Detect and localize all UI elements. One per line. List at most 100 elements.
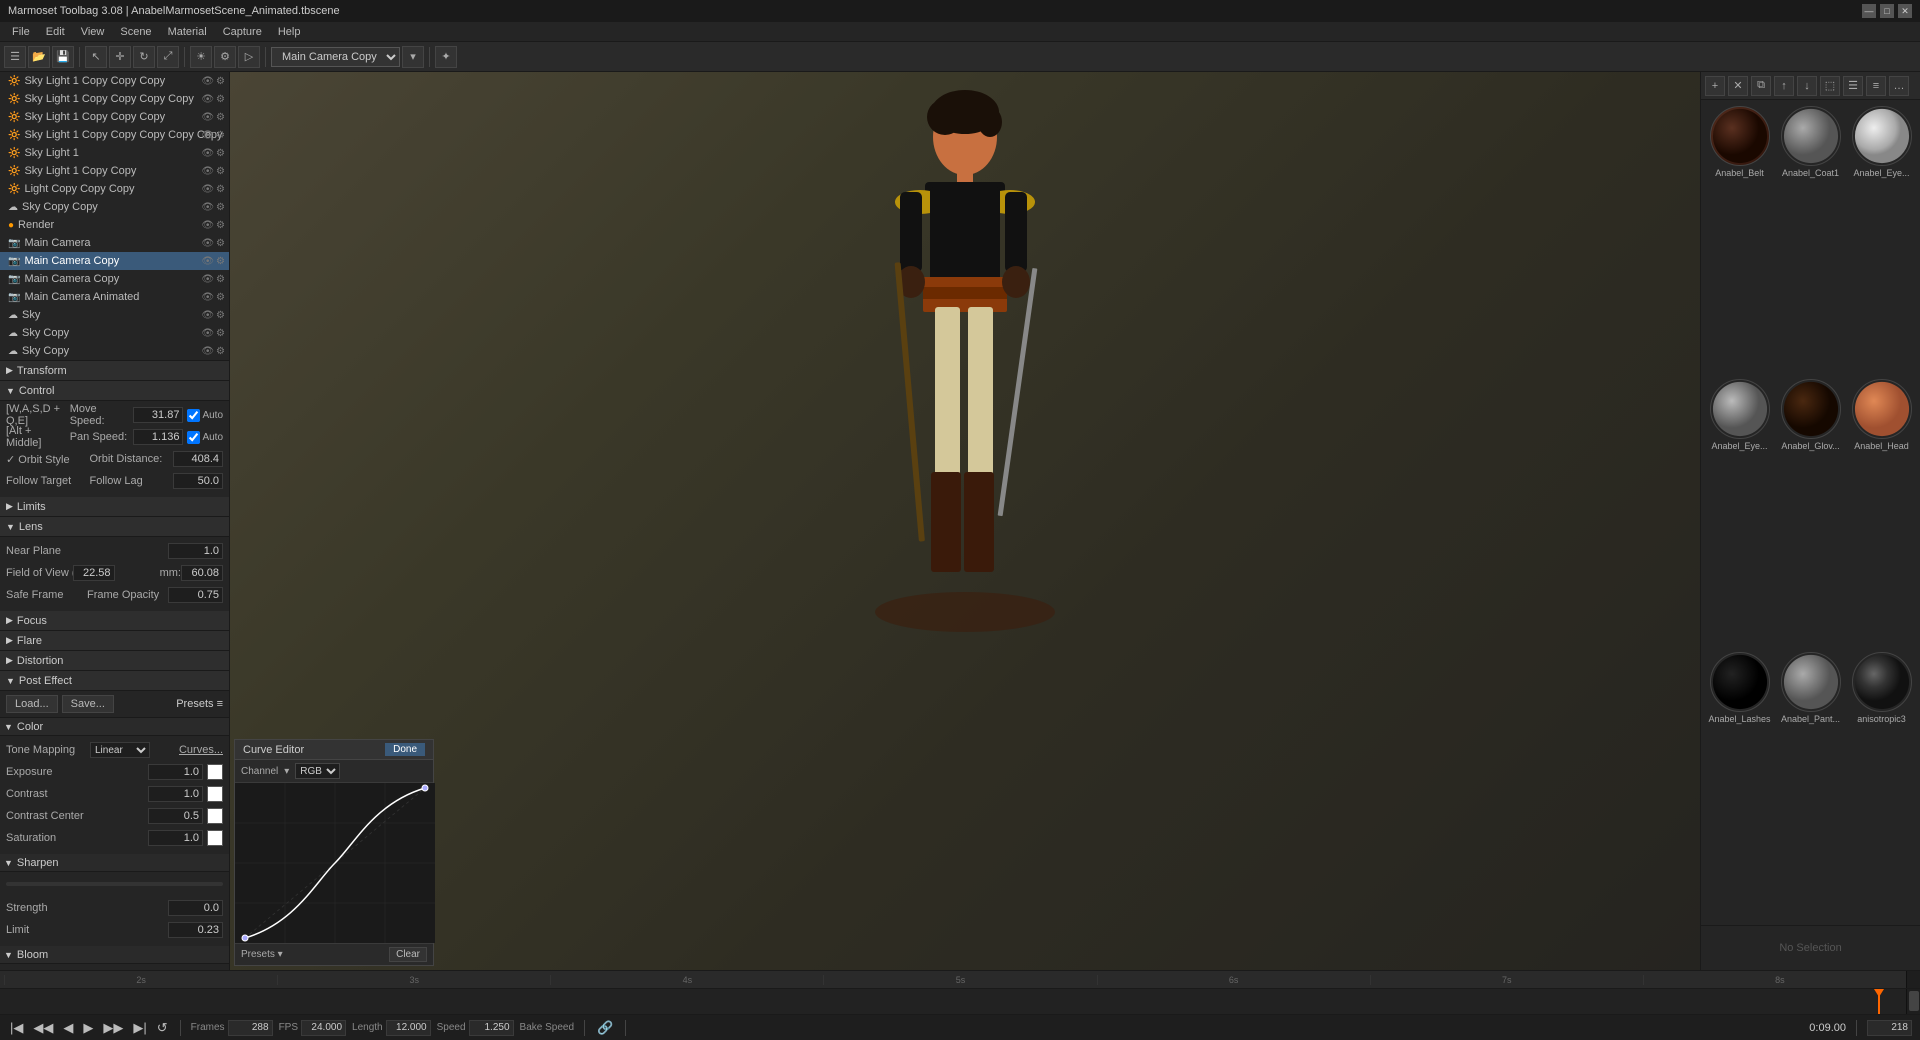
- menu-file[interactable]: File: [4, 24, 38, 40]
- close-button[interactable]: ✕: [1898, 4, 1912, 18]
- lens-header[interactable]: ▼ Lens: [0, 517, 229, 537]
- presets-button[interactable]: Presets ≡: [176, 698, 223, 710]
- focus-header[interactable]: ▶ Focus: [0, 611, 229, 631]
- strength-input[interactable]: [168, 900, 223, 916]
- tree-item-sky2[interactable]: 🔆 Sky Light 1 Copy Copy Copy Copy 👁⚙: [0, 90, 229, 108]
- speed-input[interactable]: [469, 1020, 514, 1036]
- material-eye2[interactable]: Anabel_Eye...: [1705, 377, 1774, 648]
- tree-item-light-copy[interactable]: 🔆 Light Copy Copy Copy 👁⚙: [0, 180, 229, 198]
- duplicate-material-button[interactable]: ⧉: [1751, 76, 1771, 96]
- pan-speed-input[interactable]: [133, 429, 183, 445]
- limits-header[interactable]: ▶ Limits: [0, 497, 229, 517]
- material-glove[interactable]: Anabel_Glov...: [1776, 377, 1845, 648]
- tracks-scrollbar[interactable]: [1906, 989, 1920, 1014]
- toolbar-open[interactable]: 📂: [28, 46, 50, 68]
- toolbar-render[interactable]: ▷: [238, 46, 260, 68]
- scroll-thumb[interactable]: [1909, 991, 1919, 1011]
- flare-header[interactable]: ▶ Flare: [0, 631, 229, 651]
- camera-selector[interactable]: Main Camera Copy: [271, 47, 400, 67]
- toolbar-save[interactable]: 💾: [52, 46, 74, 68]
- link-button[interactable]: 🔗: [595, 1020, 615, 1036]
- tree-item-sky-copy[interactable]: ☁ Sky Copy 👁⚙: [0, 324, 229, 342]
- control-header[interactable]: ▼ Control: [0, 381, 229, 401]
- post-effect-header[interactable]: ▼ Post Effect: [0, 671, 229, 691]
- material-eye[interactable]: Anabel_Eye...: [1847, 104, 1916, 375]
- menu-material[interactable]: Material: [160, 24, 215, 40]
- tree-item-sky-copy2[interactable]: ☁ Sky Copy 👁⚙: [0, 342, 229, 360]
- delete-material-button[interactable]: ✕: [1728, 76, 1748, 96]
- material-head[interactable]: Anabel_Head: [1847, 377, 1916, 648]
- material-lashes[interactable]: Anabel_Lashes: [1705, 650, 1774, 921]
- auto-move-check[interactable]: [187, 409, 200, 422]
- toolbar-scale[interactable]: ⤢: [157, 46, 179, 68]
- filter-button[interactable]: ☰: [1843, 76, 1863, 96]
- color-header[interactable]: ▼ Color: [0, 718, 229, 736]
- minimize-button[interactable]: —: [1862, 4, 1876, 18]
- curves-link[interactable]: Curves...: [179, 744, 223, 756]
- move-down-button[interactable]: ↓: [1797, 76, 1817, 96]
- play-button[interactable]: ▶: [81, 1020, 95, 1036]
- go-to-start-button[interactable]: |◀: [8, 1020, 25, 1036]
- material-anisotropic[interactable]: anisotropic3: [1847, 650, 1916, 921]
- tree-item-camera-animated[interactable]: 📷 Main Camera Animated 👁⚙: [0, 288, 229, 306]
- toolbar-new[interactable]: ☰: [4, 46, 26, 68]
- next-button[interactable]: ▶▶: [101, 1020, 125, 1036]
- material-pants[interactable]: Anabel_Pant...: [1776, 650, 1845, 921]
- view-toggle-button[interactable]: ⬚: [1820, 76, 1840, 96]
- tree-item-sky5[interactable]: 🔆 Sky Light 1 👁⚙: [0, 144, 229, 162]
- contrast-color[interactable]: [207, 786, 223, 802]
- frame-counter[interactable]: [1867, 1020, 1912, 1036]
- menu-edit[interactable]: Edit: [38, 24, 73, 40]
- tree-item-main-camera-copy2[interactable]: 📷 Main Camera Copy 👁⚙: [0, 270, 229, 288]
- limit-input[interactable]: [168, 922, 223, 938]
- tree-item-sky3[interactable]: 🔆 Sky Light 1 Copy Copy Copy 👁⚙: [0, 108, 229, 126]
- tree-item-sky4[interactable]: 🔆 Sky Light 1 Copy Copy Copy Copy Copy 👁…: [0, 126, 229, 144]
- timeline-tracks[interactable]: [0, 989, 1920, 1014]
- sort-button[interactable]: ≡: [1866, 76, 1886, 96]
- menu-scene[interactable]: Scene: [112, 24, 159, 40]
- viewport[interactable]: Curve Editor Done Channel ▾ RGB R G B: [230, 72, 1700, 970]
- exposure-color[interactable]: [207, 764, 223, 780]
- prev-button[interactable]: ◀: [61, 1020, 75, 1036]
- material-coat1[interactable]: Anabel_Coat1: [1776, 104, 1845, 375]
- toolbar-settings[interactable]: ⚙: [214, 46, 236, 68]
- loop-button[interactable]: ↺: [155, 1020, 170, 1036]
- material-belt[interactable]: Anabel_Belt: [1705, 104, 1774, 375]
- follow-lag-input[interactable]: [173, 473, 223, 489]
- go-to-end-button[interactable]: ▶|: [131, 1020, 148, 1036]
- toolbar-select[interactable]: ↖: [85, 46, 107, 68]
- fov-input[interactable]: [73, 565, 115, 581]
- auto-pan-check[interactable]: [187, 431, 200, 444]
- curve-editor-done-button[interactable]: Done: [385, 743, 425, 756]
- load-button[interactable]: Load...: [6, 695, 58, 713]
- toolbar-light[interactable]: ☀: [190, 46, 212, 68]
- contrast-input[interactable]: [148, 786, 203, 802]
- curve-canvas[interactable]: [235, 783, 435, 943]
- tree-item-render[interactable]: ● Render 👁⚙: [0, 216, 229, 234]
- sharpen-slider[interactable]: [6, 882, 223, 886]
- tree-item-main-camera-copy[interactable]: 📷 Main Camera Copy 👁⚙: [0, 252, 229, 270]
- move-speed-input[interactable]: 31.87: [133, 407, 183, 423]
- exposure-input[interactable]: [148, 764, 203, 780]
- frame-opacity-input[interactable]: [168, 587, 223, 603]
- add-material-button[interactable]: +: [1705, 76, 1725, 96]
- toolbar-move[interactable]: ✛: [109, 46, 131, 68]
- more-button[interactable]: …: [1889, 76, 1909, 96]
- orbit-dist-input[interactable]: [173, 451, 223, 467]
- tree-item-main-camera[interactable]: 📷 Main Camera 👁⚙: [0, 234, 229, 252]
- curve-presets[interactable]: Presets ▾: [241, 949, 283, 960]
- tree-item-sky-copy-copy[interactable]: ☁ Sky Copy Copy 👁⚙: [0, 198, 229, 216]
- distortion-header[interactable]: ▶ Distortion: [0, 651, 229, 671]
- tree-item-sky-obj[interactable]: ☁ Sky 👁⚙: [0, 306, 229, 324]
- contrast-center-color[interactable]: [207, 808, 223, 824]
- saturation-color[interactable]: [207, 830, 223, 846]
- length-input[interactable]: [386, 1020, 431, 1036]
- prev-frame-button[interactable]: ◀◀: [31, 1020, 55, 1036]
- channel-select[interactable]: RGB R G B: [295, 763, 340, 779]
- menu-view[interactable]: View: [73, 24, 113, 40]
- curve-clear-button[interactable]: Clear: [389, 947, 427, 962]
- tone-mapping-select[interactable]: Linear: [90, 742, 150, 758]
- move-up-button[interactable]: ↑: [1774, 76, 1794, 96]
- transform-header[interactable]: ▶ Transform: [0, 361, 229, 381]
- maximize-button[interactable]: □: [1880, 4, 1894, 18]
